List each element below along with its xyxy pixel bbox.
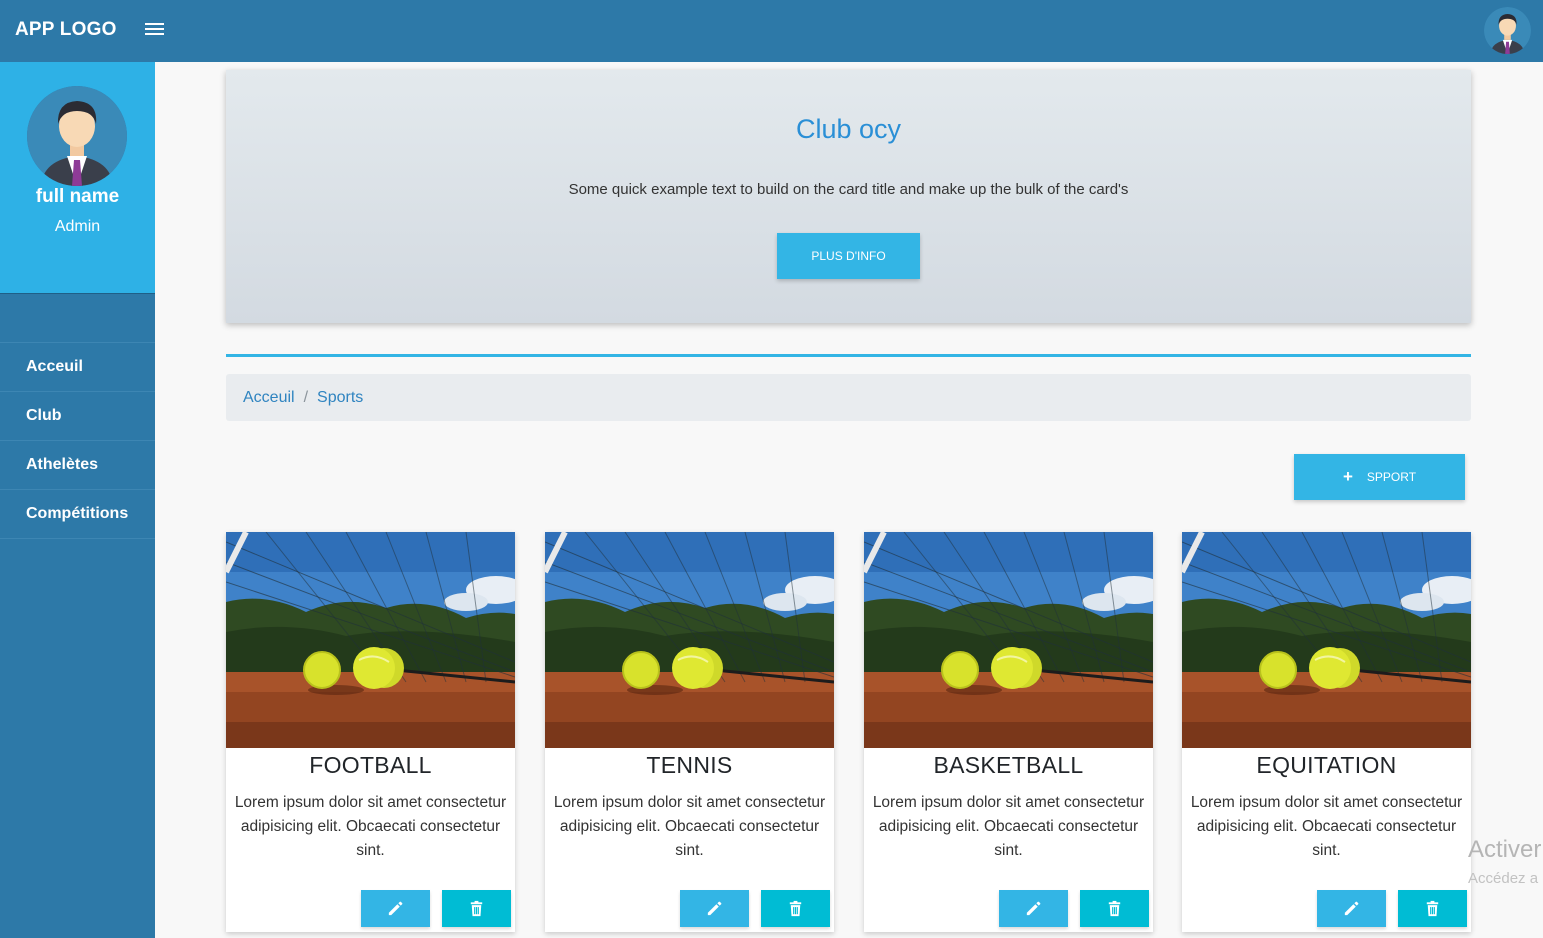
sport-card-image [545,532,834,748]
breadcrumb-acceuil[interactable]: Acceuil [243,389,295,406]
add-sport-label: SPPORT [1366,470,1417,484]
pencil-icon [1024,899,1043,918]
trash-icon [1423,899,1442,918]
app-logo[interactable]: APP LOGO [15,19,117,41]
pencil-icon [386,899,405,918]
trash-icon [786,899,805,918]
edit-button[interactable] [999,890,1068,927]
sport-card: TENNIS Lorem ipsum dolor sit amet consec… [545,532,834,932]
edit-button[interactable] [1317,890,1386,927]
edit-button[interactable] [361,890,430,927]
activation-watermark-title: Activer [1468,836,1542,863]
delete-button[interactable] [1080,890,1149,927]
trash-icon [1105,899,1124,918]
pencil-icon [705,899,724,918]
delete-button[interactable] [442,890,511,927]
sport-card-text: Lorem ipsum dolor sit amet consectetur a… [872,794,1145,859]
delete-button[interactable] [1398,890,1467,927]
more-info-button[interactable]: PLUS D'INFO [777,233,920,279]
sidebar: full name Admin Acceuil Club Athelètes C… [0,62,155,938]
club-title: Club ocy [795,114,902,144]
activation-watermark-subtitle: Accédez a [1468,870,1539,887]
sport-card-title: EQUITATION [1256,752,1397,778]
add-sport-button[interactable]: + SPPORT [1294,454,1465,500]
profile-name: full name [35,186,120,207]
sidebar-item-acceuil[interactable]: Acceuil [0,343,155,392]
profile-panel: full name Admin [0,62,155,293]
sport-card-image [864,532,1153,748]
breadcrumb-sports[interactable]: Sports [317,389,363,406]
top-navbar: APP LOGO [0,0,1543,62]
edit-button[interactable] [680,890,749,927]
breadcrumb-separator: / [303,389,309,406]
sport-card-text: Lorem ipsum dolor sit amet consectetur a… [1190,794,1463,859]
sport-card-image [1182,532,1471,748]
user-avatar[interactable] [1484,7,1531,54]
sport-card-text: Lorem ipsum dolor sit amet consectetur a… [553,794,826,859]
sport-card-title: BASKETBALL [933,752,1084,778]
trash-icon [467,899,486,918]
plus-icon: + [1342,467,1353,486]
sport-card-text: Lorem ipsum dolor sit amet consectetur a… [234,794,507,859]
profile-role: Admin [54,218,101,235]
hamburger-menu-icon[interactable] [145,23,164,37]
profile-avatar [27,86,127,186]
sport-card-title: TENNIS [646,752,733,778]
pencil-icon [1342,899,1361,918]
sidebar-nav: Acceuil Club Athelètes Compétitions [0,343,155,539]
delete-button[interactable] [761,890,830,927]
sidebar-item-athletes[interactable]: Athelètes [0,441,155,490]
section-divider [226,354,1471,357]
sport-card: FOOTBALL Lorem ipsum dolor sit amet cons… [226,532,515,932]
sport-card: BASKETBALL Lorem ipsum dolor sit amet co… [864,532,1153,932]
breadcrumb: Acceuil / Sports [226,374,1471,421]
club-hero-card: Club ocy Some quick example text to buil… [226,70,1471,323]
sport-card: EQUITATION Lorem ipsum dolor sit amet co… [1182,532,1471,932]
sport-card-title: FOOTBALL [309,752,432,778]
sidebar-item-club[interactable]: Club [0,392,155,441]
club-description: Some quick example text to build on the … [568,181,1129,198]
sidebar-item-competitions[interactable]: Compétitions [0,490,155,539]
sport-card-image [226,532,515,748]
sidebar-spacer [0,293,155,343]
